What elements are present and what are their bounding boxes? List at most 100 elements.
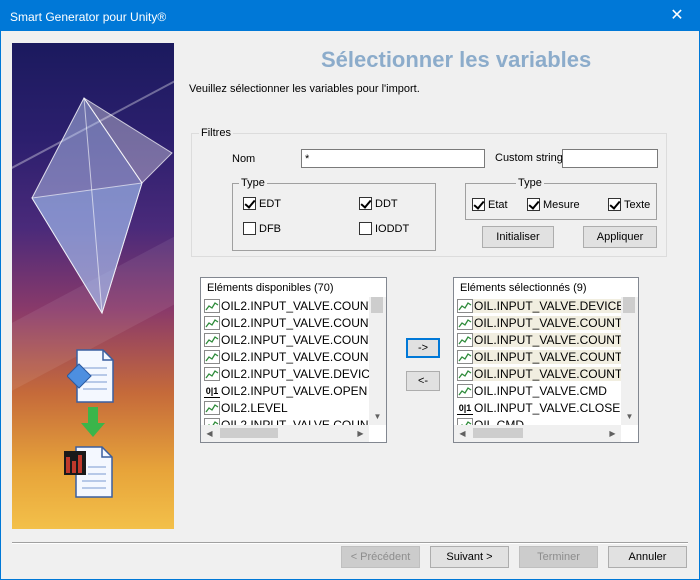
scroll-left-icon[interactable]: ◀	[454, 425, 471, 442]
list-item-label: OIL.INPUT_VALVE.CMD	[474, 383, 607, 398]
trend-icon	[457, 349, 473, 364]
list-item[interactable]: OIL2.LEVEL	[204, 399, 369, 416]
wizard-content: Sélectionner les variables Veuillez séle…	[1, 31, 699, 579]
trend-icon	[457, 332, 473, 347]
list-item[interactable]: OIL2.INPUT_VALVE.COUNTE	[204, 314, 369, 331]
list-item[interactable]: OIL.INPUT_VALVE.CMD	[457, 382, 621, 399]
selected-vscroll[interactable]: ▼	[621, 297, 638, 425]
list-item-label: OIL2.INPUT_VALVE.COUNTE	[221, 417, 369, 426]
selected-hscroll[interactable]: ◀ ▶	[454, 425, 621, 442]
scroll-right-icon[interactable]: ▶	[352, 425, 369, 442]
appliquer-button[interactable]: Appliquer	[583, 226, 657, 248]
list-item[interactable]: OIL.INPUT_VALVE.COUNTEF	[457, 365, 621, 382]
list-item[interactable]: OIL2.INPUT_VALVE.COUNTE	[204, 331, 369, 348]
ddt-checkbox-box[interactable]	[359, 197, 372, 210]
trend-icon	[457, 315, 473, 330]
crystal-icon	[31, 97, 173, 315]
list-item[interactable]: 0|1 OIL.INPUT_VALVE.CLOSED	[457, 399, 621, 416]
trend-icon	[204, 298, 220, 313]
trend-icon	[204, 366, 220, 381]
available-hscroll-thumb[interactable]	[220, 428, 278, 438]
type-value-legend: Type	[516, 177, 544, 189]
list-item[interactable]: OIL2.INPUT_VALVE.DEVICEI	[204, 365, 369, 382]
list-item-label: OIL.INPUT_VALVE.COUNTEF	[473, 332, 621, 347]
trend-icon	[457, 383, 473, 398]
trend-icon	[457, 298, 473, 313]
type-object-group: Type EDT DDT DFB IODDT	[232, 177, 436, 251]
finish-button[interactable]: Terminer	[519, 546, 598, 568]
list-item-label: OIL.INPUT_VALVE.COUNTEF	[473, 349, 621, 364]
arrow-down-icon	[81, 407, 105, 437]
etat-label: Etat	[488, 198, 508, 211]
list-item[interactable]: OIL.INPUT_VALVE.DEVICEID	[457, 297, 621, 314]
dfb-checkbox[interactable]: DFB	[243, 222, 281, 235]
list-item[interactable]: OIL.INPUT_VALVE.COUNTEF	[457, 348, 621, 365]
list-item[interactable]: OIL2.INPUT_VALVE.COUNTE	[204, 416, 369, 425]
list-item[interactable]: OIL.INPUT_VALVE.COUNTEF	[457, 331, 621, 348]
list-item[interactable]: OIL.INPUT_VALVE.COUNTEF	[457, 314, 621, 331]
scroll-left-icon[interactable]: ◀	[201, 425, 218, 442]
mesure-checkbox-box[interactable]	[527, 198, 540, 211]
edt-checkbox-box[interactable]	[243, 197, 256, 210]
page-subtitle: Veuillez sélectionner les variables pour…	[189, 83, 420, 95]
selected-list-header: Eléments sélectionnés (9)	[460, 282, 587, 294]
custom-string-input[interactable]	[562, 149, 658, 168]
custom-string-label: Custom string	[495, 152, 563, 164]
available-vscroll[interactable]: ▼	[369, 297, 386, 425]
ioddt-checkbox[interactable]: IODDT	[359, 222, 409, 235]
wizard-banner-image	[12, 43, 174, 529]
trend-icon	[204, 349, 220, 364]
list-item[interactable]: OIL2.INPUT_VALVE.COUNTE	[204, 348, 369, 365]
scroll-down-icon[interactable]: ▼	[369, 408, 386, 425]
remove-selected-button[interactable]: <-	[406, 371, 440, 391]
texte-checkbox-box[interactable]	[608, 198, 621, 211]
close-icon[interactable]: ✕	[655, 1, 699, 31]
trend-icon	[457, 417, 473, 425]
document-icon	[67, 349, 114, 403]
list-item[interactable]: OIL.CMD	[457, 416, 621, 425]
etat-checkbox-box[interactable]	[472, 198, 485, 211]
initialiser-button[interactable]: Initialiser	[482, 226, 554, 248]
trend-icon	[204, 400, 220, 415]
list-item-label: OIL.INPUT_VALVE.COUNTEF	[473, 315, 621, 330]
list-item[interactable]: OIL2.INPUT_VALVE.COUNTE	[204, 297, 369, 314]
selected-hscroll-thumb[interactable]	[473, 428, 523, 438]
next-button[interactable]: Suivant >	[430, 546, 509, 568]
list-item-label: OIL2.INPUT_VALVE.OPEN	[221, 383, 368, 398]
list-item-label: OIL2.INPUT_VALVE.DEVICEI	[221, 366, 369, 381]
texte-checkbox[interactable]: Texte	[608, 198, 650, 211]
dfb-label: DFB	[259, 222, 281, 235]
footer-separator	[12, 542, 688, 544]
available-hscroll[interactable]: ◀ ▶	[201, 425, 369, 442]
edt-checkbox[interactable]: EDT	[243, 197, 281, 210]
list-item[interactable]: 0|1 OIL2.INPUT_VALVE.OPEN	[204, 382, 369, 399]
title-bar[interactable]: Smart Generator pour Unity® ✕	[1, 1, 699, 31]
cancel-button[interactable]: Annuler	[608, 546, 687, 568]
list-item-label: OIL2.INPUT_VALVE.COUNTE	[221, 315, 369, 330]
list-item-label: OIL.INPUT_VALVE.DEVICEID	[473, 298, 621, 313]
available-vscroll-thumb[interactable]	[371, 297, 383, 313]
scroll-down-icon[interactable]: ▼	[621, 408, 638, 425]
scroll-right-icon[interactable]: ▶	[604, 425, 621, 442]
etat-checkbox[interactable]: Etat	[472, 198, 508, 211]
selected-vscroll-thumb[interactable]	[623, 297, 635, 313]
selected-list[interactable]: Eléments sélectionnés (9) OIL.INPUT_VALV…	[453, 277, 639, 443]
wizard-window: Smart Generator pour Unity® ✕ Sélectionn…	[0, 0, 700, 580]
ddt-checkbox[interactable]: DDT	[359, 197, 398, 210]
mesure-checkbox[interactable]: Mesure	[527, 198, 580, 211]
add-selected-button[interactable]: ->	[406, 338, 440, 358]
type-object-legend: Type	[239, 177, 267, 189]
edt-label: EDT	[259, 197, 281, 210]
list-item-label: OIL2.LEVEL	[221, 400, 288, 415]
dfb-checkbox-box[interactable]	[243, 222, 256, 235]
name-filter-input[interactable]	[301, 149, 485, 168]
texte-label: Texte	[624, 198, 651, 211]
list-item-label: OIL.INPUT_VALVE.CLOSED	[474, 400, 621, 415]
ioddt-checkbox-box[interactable]	[359, 222, 372, 235]
previous-button[interactable]: < Précédent	[341, 546, 420, 568]
trend-icon	[457, 366, 473, 381]
mesure-label: Mesure	[543, 198, 580, 211]
available-list[interactable]: Eléments disponibles (70) OIL2.INPUT_VAL…	[200, 277, 387, 443]
available-items: OIL2.INPUT_VALVE.COUNTE OIL2.INPUT_VALVE.…	[204, 297, 369, 425]
page-title: Sélectionner les variables	[321, 47, 592, 72]
